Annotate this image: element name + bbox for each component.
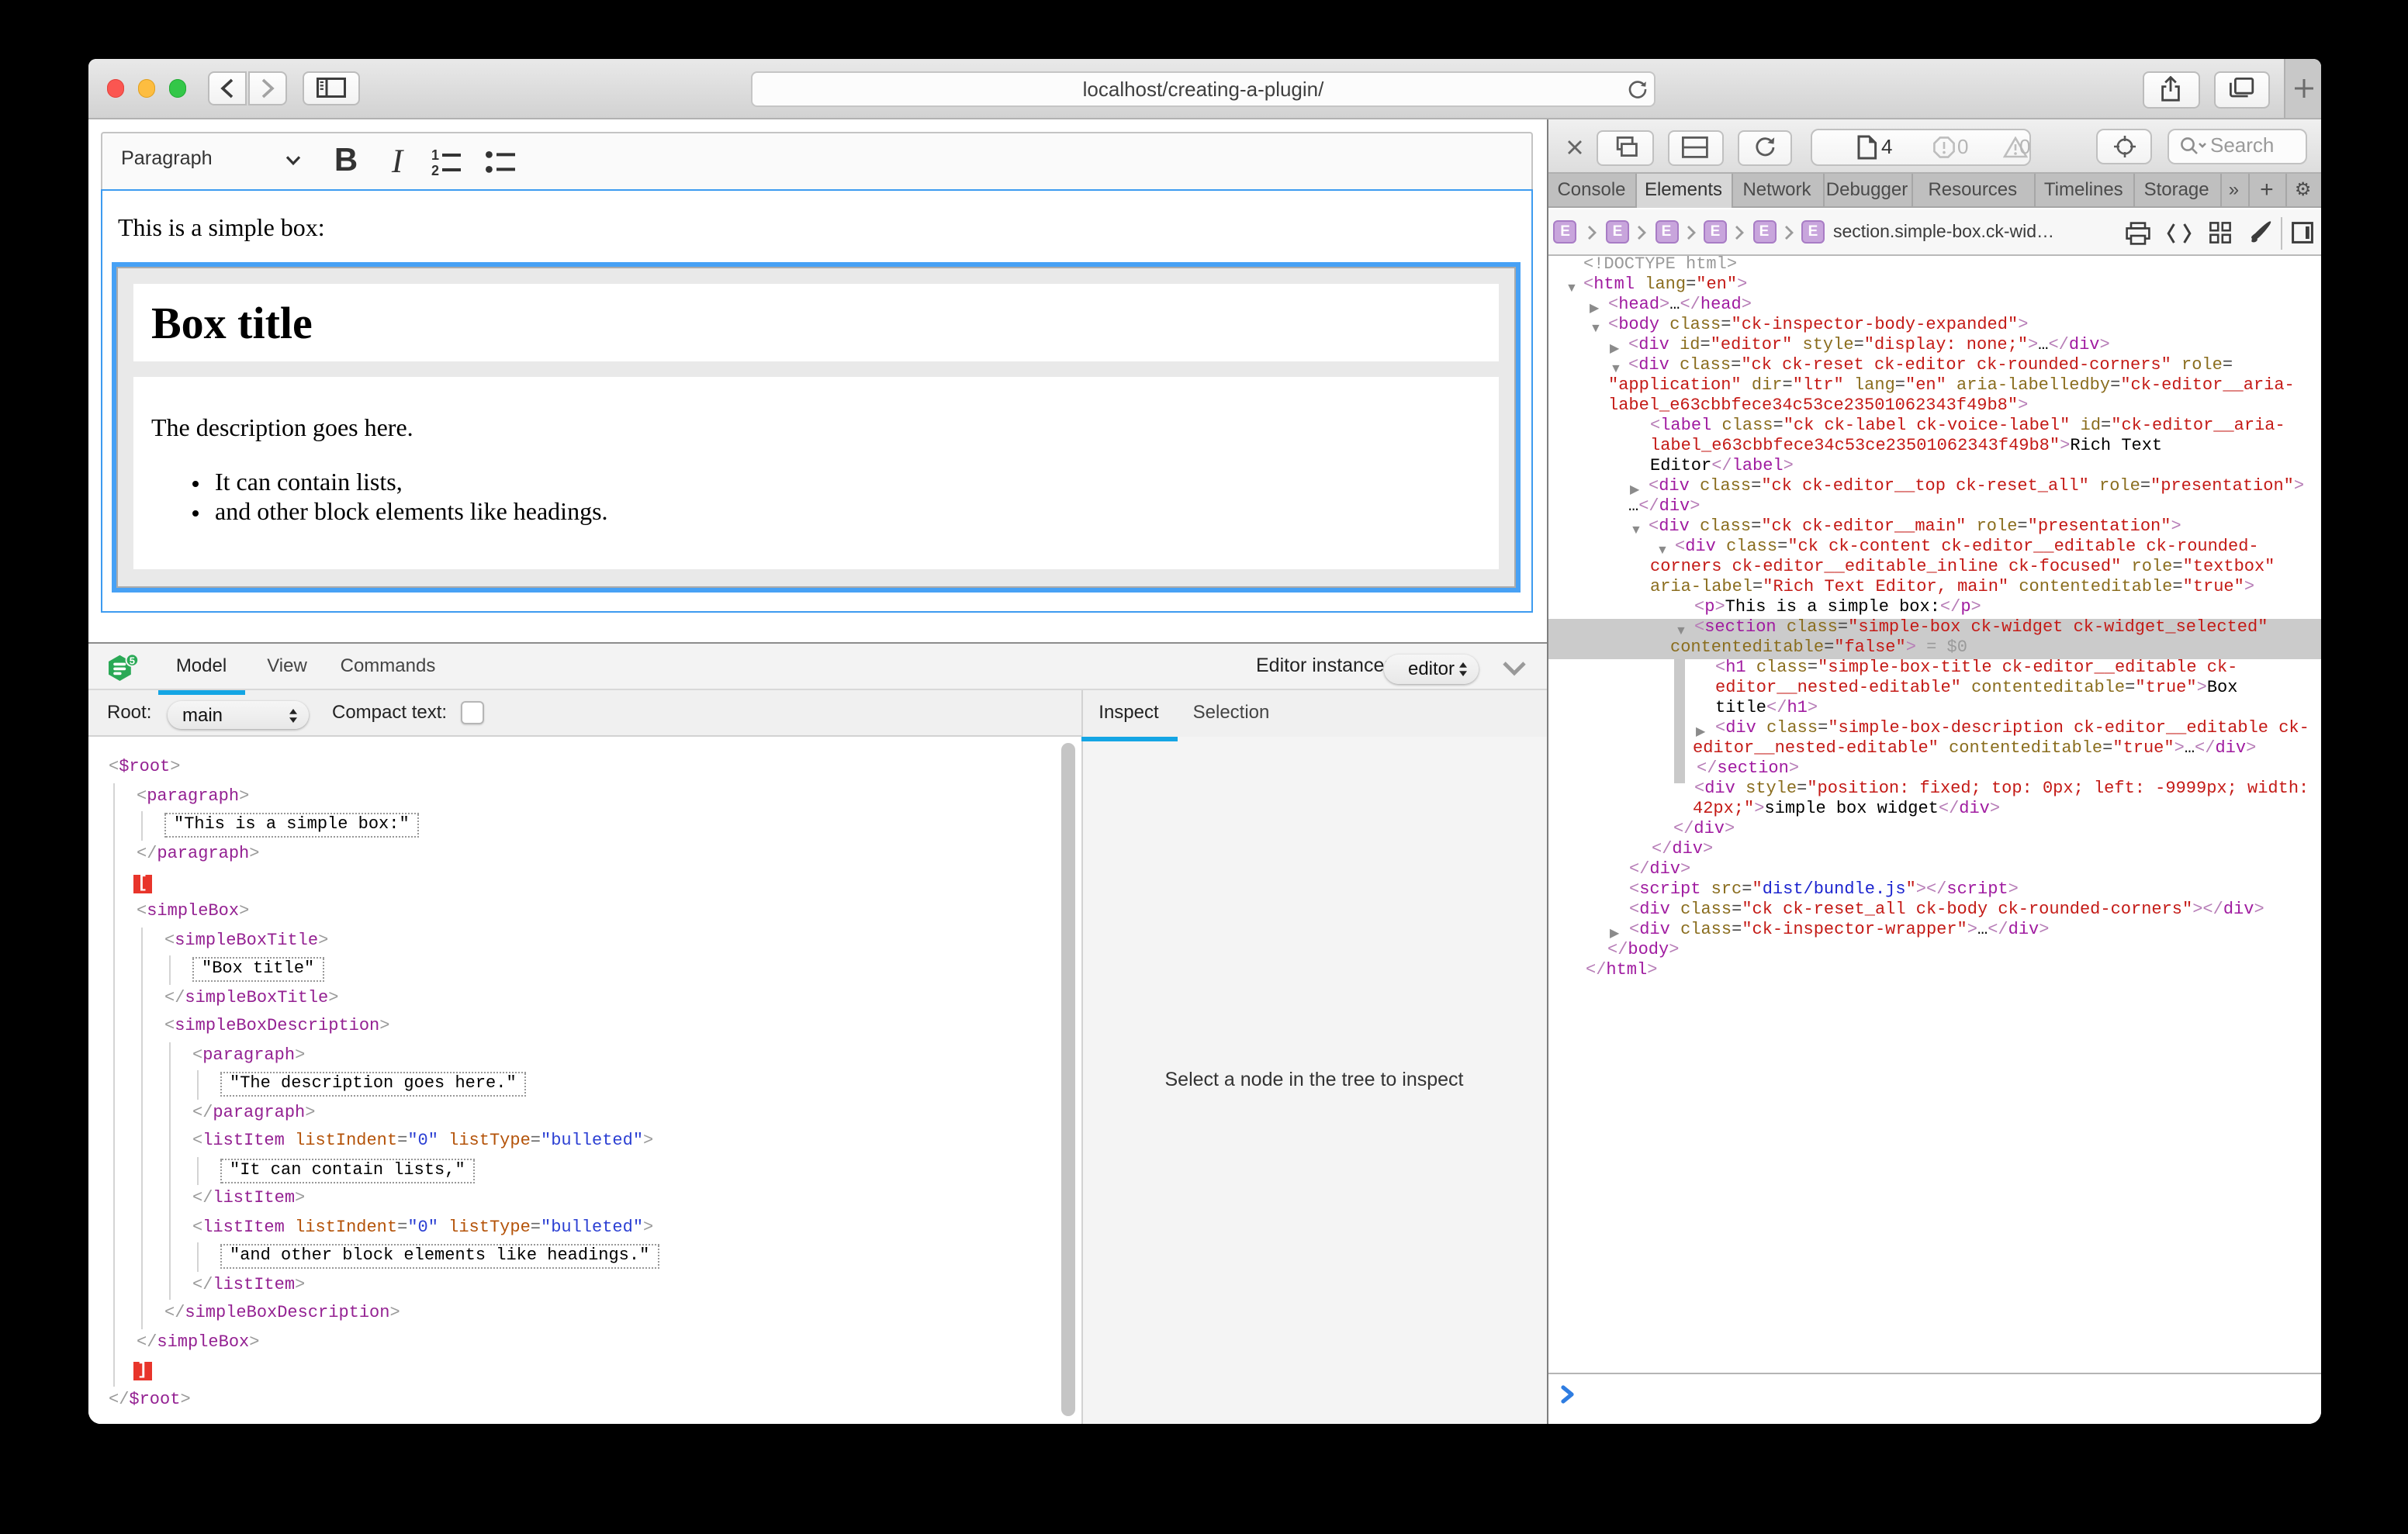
svg-text:5: 5 — [129, 655, 134, 666]
svg-text:2: 2 — [431, 162, 439, 176]
svg-text:1: 1 — [431, 147, 439, 162]
